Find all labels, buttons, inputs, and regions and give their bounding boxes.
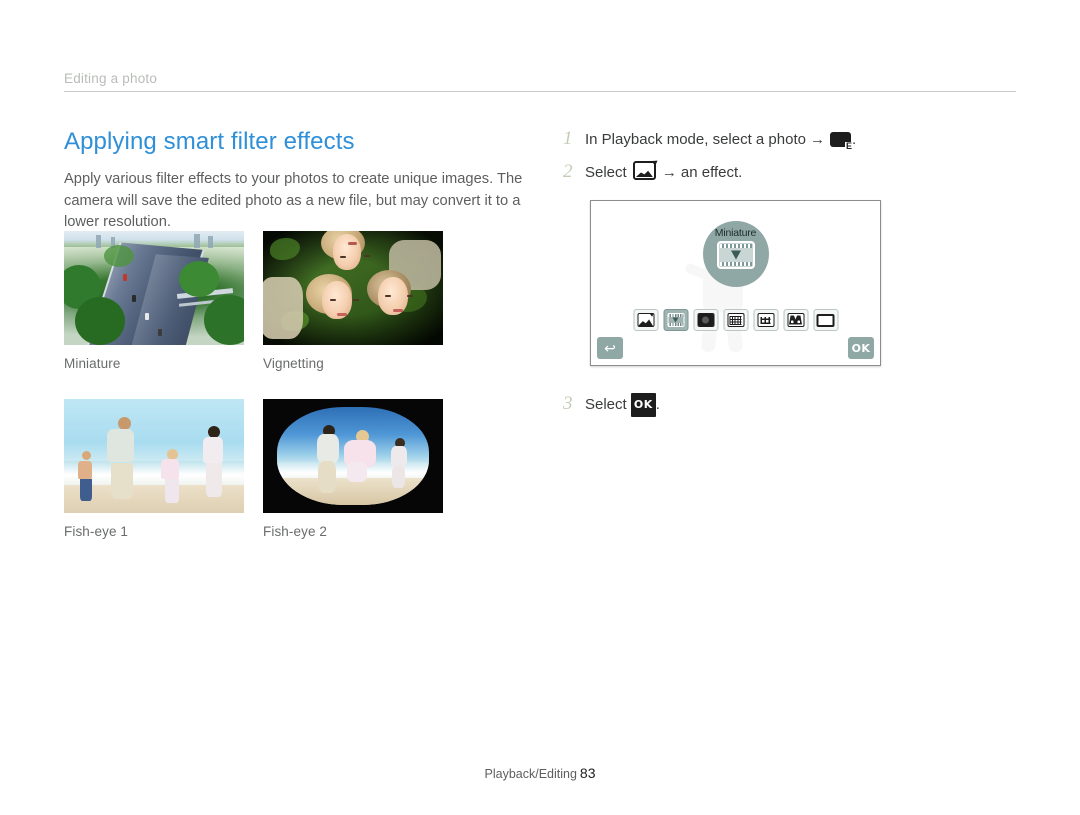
arrow-glyph: → xyxy=(809,131,825,148)
step-1: 1 In Playback mode, select a photo→. xyxy=(563,128,1023,150)
running-head-label: Editing a photo xyxy=(64,71,158,86)
step-number: 3 xyxy=(563,393,573,414)
step-3-text: Select xyxy=(585,396,627,413)
fisheye-1-icon xyxy=(727,313,744,327)
step-2-suffix: an effect. xyxy=(680,164,743,181)
step-text: Select OK. xyxy=(585,393,660,417)
effect-chip-miniature[interactable] xyxy=(663,309,688,331)
effect-chip-fisheye-2[interactable] xyxy=(753,309,778,331)
page-footer: Playback/Editing 83 xyxy=(0,765,1080,781)
sketch-icon xyxy=(787,313,804,327)
effect-chip-sketch[interactable] xyxy=(783,309,808,331)
running-head-rule xyxy=(64,91,1016,92)
sample-caption: Fish-eye 2 xyxy=(263,524,328,539)
sample-row: Miniature Vignetting xyxy=(64,231,464,371)
effect-chip-row xyxy=(633,309,838,331)
sample-fisheye-1: Fish-eye 1 xyxy=(64,399,244,539)
thumbnail-miniature xyxy=(64,231,244,345)
sample-row: Fish-eye 1 Fish-eye 2 xyxy=(64,399,464,539)
left-column: Applying smart filter effects Apply vari… xyxy=(64,128,534,234)
effect-chip-normal[interactable] xyxy=(813,309,838,331)
footer-label: Playback/Editing xyxy=(484,767,577,781)
running-head: Editing a photo xyxy=(64,70,1016,92)
effect-chip-smart-filter[interactable] xyxy=(633,309,658,331)
sample-caption: Vignetting xyxy=(263,356,324,371)
playback-edit-icon xyxy=(829,132,852,150)
smart-filter-icon xyxy=(637,313,654,327)
step-2: 2 Select → an effect. xyxy=(563,161,1023,183)
thumbnail-vignetting xyxy=(263,231,443,345)
step-number: 1 xyxy=(563,128,573,149)
sample-caption: Miniature xyxy=(64,356,121,371)
ok-icon: OK xyxy=(630,393,656,417)
normal-icon xyxy=(816,313,835,327)
selected-effect-badge[interactable]: Miniature xyxy=(702,221,769,287)
ok-button[interactable]: OK xyxy=(848,337,874,359)
sample-miniature: Miniature xyxy=(64,231,244,371)
sample-caption: Fish-eye 1 xyxy=(64,524,129,539)
section-intro: Apply various filter effects to your pho… xyxy=(64,171,523,230)
sample-vignetting: Vignetting xyxy=(263,231,443,371)
fisheye-2-icon xyxy=(757,313,774,327)
sample-fisheye-2: Fish-eye 2 xyxy=(263,399,443,539)
step-3: 3 Select OK. xyxy=(563,393,660,417)
selected-effect-label: Miniature xyxy=(714,227,757,239)
smart-filter-icon xyxy=(632,161,656,180)
effect-chip-vignetting[interactable] xyxy=(693,309,718,331)
page-number: 83 xyxy=(579,765,596,781)
miniature-icon xyxy=(667,313,684,327)
step-2-text: Select xyxy=(585,164,627,181)
step-1-text: In Playback mode, select a photo xyxy=(585,131,806,148)
step-1-suffix: . xyxy=(851,131,857,148)
thumbnail-fisheye-1 xyxy=(64,399,244,513)
right-column: 1 In Playback mode, select a photo→. 2 S… xyxy=(563,128,1023,194)
vignetting-icon xyxy=(697,313,714,327)
step-text: Select → an effect. xyxy=(585,161,742,183)
thumbnail-fisheye-2 xyxy=(263,399,443,513)
step-text: In Playback mode, select a photo→. xyxy=(585,129,856,150)
page-title: Applying smart filter effects xyxy=(64,128,355,155)
camera-lcd-screenshot: Miniature ↩ OK xyxy=(590,200,881,366)
arrow-glyph: → xyxy=(661,164,677,181)
sample-grid: Miniature Vignetting Fish-eye 1 Fish-eye… xyxy=(64,231,464,539)
step-3-suffix: . xyxy=(655,396,660,413)
effect-chip-fisheye-1[interactable] xyxy=(723,309,748,331)
miniature-filter-icon xyxy=(716,241,755,269)
step-number: 2 xyxy=(563,161,573,182)
back-button[interactable]: ↩ xyxy=(597,337,623,359)
